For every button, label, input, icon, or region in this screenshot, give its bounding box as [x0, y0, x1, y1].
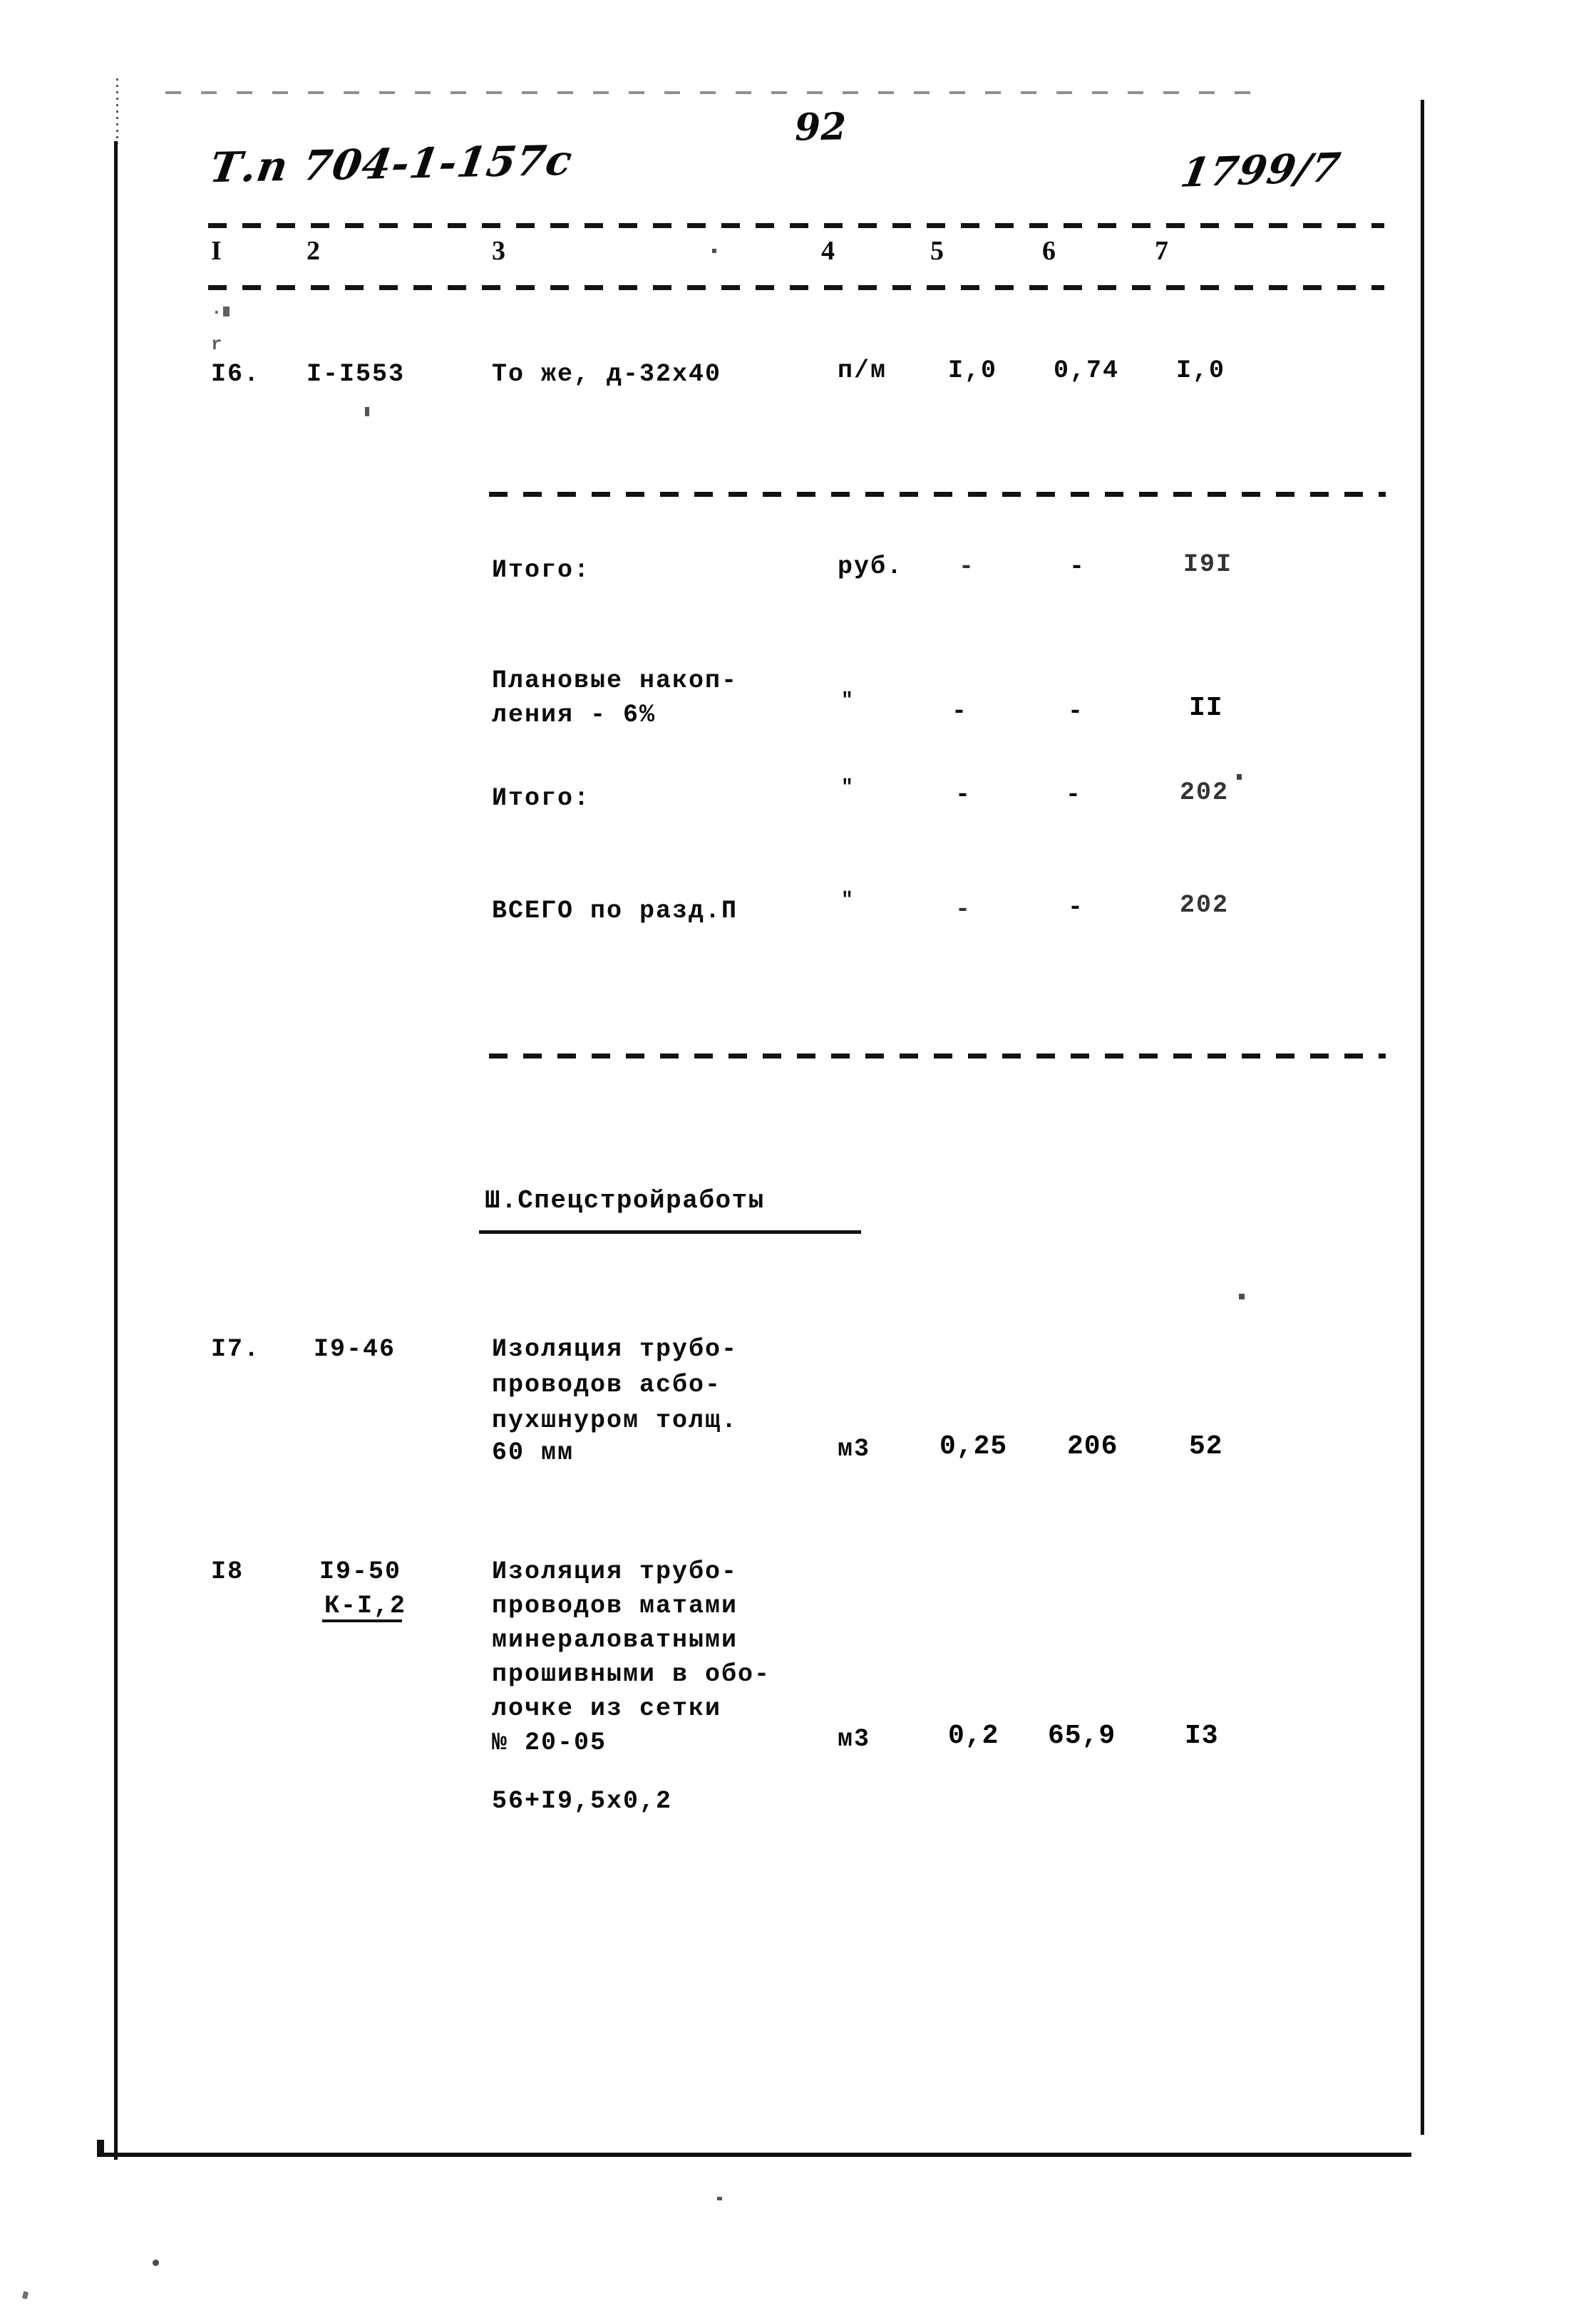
- column-header-7: 7: [1155, 236, 1168, 266]
- grandtotal-quantity: -: [955, 895, 972, 924]
- formula-note: 56+I9,5х0,2: [492, 1787, 673, 1815]
- row-description-line: лочке из сетки: [492, 1694, 722, 1723]
- column-header-2: 2: [307, 236, 320, 266]
- overhead-total: II: [1189, 693, 1223, 723]
- subtotal-label: Итого:: [492, 556, 591, 584]
- scan-speckle: [21, 2291, 29, 2299]
- header-top-rule: [165, 91, 1263, 94]
- row-number: I8: [211, 1557, 244, 1586]
- row-total: I3: [1185, 1721, 1219, 1751]
- row-code: I-I553: [307, 360, 406, 388]
- row-quantity: I,0: [948, 356, 998, 385]
- overhead-quantity: -: [952, 697, 969, 726]
- row-description-line: минераловатными: [492, 1626, 738, 1654]
- scan-edge-artifact: [116, 78, 118, 144]
- column-header-6: 6: [1042, 236, 1056, 266]
- scan-speckle: [1239, 1294, 1245, 1299]
- row-quantity: 0,2: [948, 1721, 999, 1751]
- column-header-3: 3: [492, 236, 505, 266]
- row-code: I9-50: [319, 1557, 402, 1586]
- row-price: 65,9: [1048, 1721, 1116, 1751]
- column-header-5: 5: [930, 236, 944, 266]
- page-border-left: [114, 141, 118, 2160]
- row-unit: м3: [838, 1435, 871, 1463]
- subtotal-total: I9I: [1183, 550, 1233, 579]
- scan-speckle: [717, 2197, 722, 2200]
- overhead-label-line2: ления - 6%: [492, 701, 657, 729]
- handwritten-project-code: Т.п 704-1-157с: [206, 135, 576, 192]
- subtotal2-label: Итого:: [492, 784, 591, 813]
- scanned-page: 92 Т.п 704-1-157с 1799/7 I 2 3 4 5 6 7 .…: [0, 0, 1596, 2318]
- overhead-price: -: [1068, 697, 1085, 726]
- page-border-bottom: [97, 2153, 1411, 2157]
- scan-artifact-mark: . r: [211, 298, 224, 355]
- subtotal-unit: руб.: [838, 552, 904, 581]
- overhead-unit: ": [841, 690, 855, 712]
- row-code-coefficient-underline: [322, 1619, 402, 1622]
- row-unit: м3: [838, 1725, 871, 1753]
- table-rule-before-section3: [489, 1054, 1386, 1058]
- row-description-line: 60 мм: [492, 1438, 575, 1467]
- table-rule-after-row16: [489, 492, 1386, 497]
- row-description-line: Изоляция трубо-: [492, 1557, 738, 1586]
- scan-speckle: [365, 407, 369, 416]
- row-description-line: проводов асбо-: [492, 1371, 722, 1399]
- grandtotal-label: ВСЕГО по разд.П: [492, 897, 738, 925]
- page-border-right: [1421, 100, 1424, 2135]
- row-description-line: № 20-05: [492, 1729, 607, 1757]
- column-header-4: 4: [821, 236, 835, 266]
- page-border-corner: [97, 2140, 104, 2157]
- subtotal2-price: -: [1066, 781, 1083, 809]
- row-price: 206: [1067, 1431, 1118, 1462]
- row-unit: п/м: [838, 356, 887, 385]
- row-number: I7.: [211, 1335, 261, 1364]
- grandtotal-unit: ": [841, 890, 855, 912]
- row-total: I,0: [1176, 356, 1226, 385]
- scan-speckle: [223, 307, 230, 316]
- row-number: I6.: [211, 360, 261, 388]
- handwritten-document-number: 1799/7: [1177, 144, 1344, 197]
- page-number: 92: [794, 105, 847, 150]
- row-code: I9-46: [314, 1335, 396, 1364]
- section-heading: Ш.Спецстройработы: [485, 1186, 765, 1215]
- row-code-coefficient: К-I,2: [324, 1592, 407, 1620]
- scan-speckle: [712, 249, 716, 253]
- row-quantity: 0,25: [939, 1431, 1008, 1462]
- column-header-1: I: [211, 236, 222, 266]
- subtotal-quantity: -: [959, 552, 976, 581]
- grandtotal-price: -: [1068, 893, 1085, 922]
- scan-speckle: [1237, 774, 1242, 780]
- subtotal2-quantity: -: [955, 781, 972, 809]
- row-description-line: Изоляция трубо-: [492, 1335, 738, 1364]
- row-description-line: пухшнуром толщ.: [492, 1406, 738, 1435]
- grandtotal-total: 202: [1180, 891, 1230, 920]
- subtotal2-unit: ": [841, 777, 855, 799]
- table-rule-above-headers: [208, 223, 1384, 228]
- row-description: То же, д-32х40: [492, 360, 722, 388]
- row-total: 52: [1189, 1431, 1223, 1462]
- subtotal-price: -: [1069, 552, 1086, 581]
- scan-speckle: [153, 2260, 159, 2266]
- row-price: 0,74: [1054, 356, 1120, 385]
- row-description-line: проводов матами: [492, 1592, 738, 1620]
- table-rule-below-headers: [208, 285, 1384, 290]
- row-description-line: прошивными в обо-: [492, 1660, 771, 1689]
- section-heading-underline: [479, 1230, 861, 1234]
- overhead-label-line1: Плановые накоп-: [492, 666, 738, 695]
- subtotal2-total: 202: [1180, 778, 1230, 807]
